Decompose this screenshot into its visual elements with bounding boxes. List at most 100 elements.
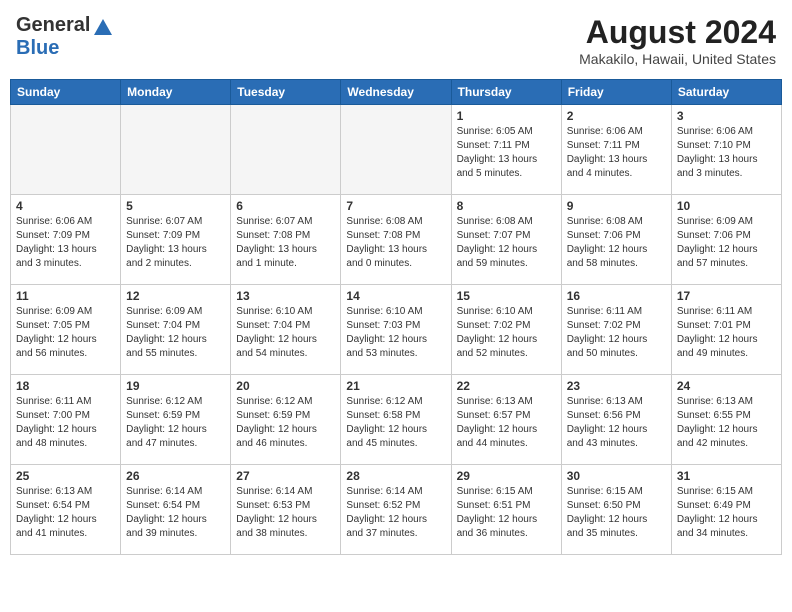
day-cell-16: 16 Sunrise: 6:11 AMSunset: 7:02 PMDayligh… [561, 285, 671, 375]
day-info-15: Sunrise: 6:10 AMSunset: 7:02 PMDaylight:… [457, 305, 556, 361]
day-info-21: Sunrise: 6:12 AMSunset: 6:58 PMDaylight:… [346, 395, 445, 451]
day-cell-29: 29 Sunrise: 6:15 AMSunset: 6:51 PMDayligh… [451, 465, 561, 555]
day-number-31: 31 [677, 469, 776, 483]
day-number-18: 18 [16, 379, 115, 393]
day-cell-empty-0-1 [121, 105, 231, 195]
day-cell-12: 12 Sunrise: 6:09 AMSunset: 7:04 PMDayligh… [121, 285, 231, 375]
day-cell-empty-0-0 [11, 105, 121, 195]
title-block: August 2024 Makakilo, Hawaii, United Sta… [579, 14, 776, 67]
page-header: General Blue August 2024 Makakilo, Hawai… [10, 10, 782, 71]
weekday-header-tuesday: Tuesday [231, 80, 341, 105]
day-number-7: 7 [346, 199, 445, 213]
calendar-table: SundayMondayTuesdayWednesdayThursdayFrid… [10, 79, 782, 555]
day-info-26: Sunrise: 6:14 AMSunset: 6:54 PMDaylight:… [126, 485, 225, 541]
day-number-17: 17 [677, 289, 776, 303]
day-info-2: Sunrise: 6:06 AMSunset: 7:11 PMDaylight:… [567, 125, 666, 181]
day-cell-31: 31Sunrise: 6:15 AMSunset: 6:49 PMDayligh… [671, 465, 781, 555]
weekday-header-wednesday: Wednesday [341, 80, 451, 105]
day-number-5: 5 [126, 199, 225, 213]
day-info-17: Sunrise: 6:11 AMSunset: 7:01 PMDaylight:… [677, 305, 776, 361]
day-cell-26: 26Sunrise: 6:14 AMSunset: 6:54 PMDayligh… [121, 465, 231, 555]
day-number-28: 28 [346, 469, 445, 483]
day-cell-14: 14Sunrise: 6:10 AMSunset: 7:03 PMDayligh… [341, 285, 451, 375]
day-cell-21: 21 Sunrise: 6:12 AMSunset: 6:58 PMDayligh… [341, 375, 451, 465]
day-cell-4: 4Sunrise: 6:06 AMSunset: 7:09 PMDaylight… [11, 195, 121, 285]
day-cell-24: 24Sunrise: 6:13 AMSunset: 6:55 PMDayligh… [671, 375, 781, 465]
day-cell-28: 28 Sunrise: 6:14 AMSunset: 6:52 PMDayligh… [341, 465, 451, 555]
day-cell-7: 7Sunrise: 6:08 AMSunset: 7:08 PMDaylight… [341, 195, 451, 285]
day-cell-15: 15Sunrise: 6:10 AMSunset: 7:02 PMDayligh… [451, 285, 561, 375]
day-info-29: Sunrise: 6:15 AMSunset: 6:51 PMDaylight:… [457, 485, 556, 541]
week-row-1: 1 Sunrise: 6:05 AMSunset: 7:11 PMDaylight… [11, 105, 782, 195]
day-cell-5: 5 Sunrise: 6:07 AMSunset: 7:09 PMDaylight… [121, 195, 231, 285]
day-cell-27: 27Sunrise: 6:14 AMSunset: 6:53 PMDayligh… [231, 465, 341, 555]
day-cell-22: 22Sunrise: 6:13 AMSunset: 6:57 PMDayligh… [451, 375, 561, 465]
week-row-4: 18Sunrise: 6:11 AMSunset: 7:00 PMDayligh… [11, 375, 782, 465]
weekday-header-sunday: Sunday [11, 80, 121, 105]
day-cell-23: 23Sunrise: 6:13 AMSunset: 6:56 PMDayligh… [561, 375, 671, 465]
month-year: August 2024 [579, 14, 776, 51]
day-info-9: Sunrise: 6:08 AMSunset: 7:06 PMDaylight:… [567, 215, 666, 271]
week-row-3: 11 Sunrise: 6:09 AMSunset: 7:05 PMDayligh… [11, 285, 782, 375]
day-number-4: 4 [16, 199, 115, 213]
weekday-header-friday: Friday [561, 80, 671, 105]
day-info-16: Sunrise: 6:11 AMSunset: 7:02 PMDaylight:… [567, 305, 666, 361]
day-cell-17: 17 Sunrise: 6:11 AMSunset: 7:01 PMDayligh… [671, 285, 781, 375]
day-number-10: 10 [677, 199, 776, 213]
day-cell-9: 9 Sunrise: 6:08 AMSunset: 7:06 PMDaylight… [561, 195, 671, 285]
day-cell-30: 30Sunrise: 6:15 AMSunset: 6:50 PMDayligh… [561, 465, 671, 555]
day-number-23: 23 [567, 379, 666, 393]
day-info-27: Sunrise: 6:14 AMSunset: 6:53 PMDaylight:… [236, 485, 335, 541]
day-info-11: Sunrise: 6:09 AMSunset: 7:05 PMDaylight:… [16, 305, 115, 361]
day-number-1: 1 [457, 109, 556, 123]
day-number-16: 16 [567, 289, 666, 303]
week-row-5: 25Sunrise: 6:13 AMSunset: 6:54 PMDayligh… [11, 465, 782, 555]
weekday-header-thursday: Thursday [451, 80, 561, 105]
day-number-11: 11 [16, 289, 115, 303]
day-number-24: 24 [677, 379, 776, 393]
day-number-6: 6 [236, 199, 335, 213]
day-cell-19: 19 Sunrise: 6:12 AMSunset: 6:59 PMDayligh… [121, 375, 231, 465]
day-info-14: Sunrise: 6:10 AMSunset: 7:03 PMDaylight:… [346, 305, 445, 361]
weekday-header-row: SundayMondayTuesdayWednesdayThursdayFrid… [11, 80, 782, 105]
day-cell-empty-0-2 [231, 105, 341, 195]
day-info-30: Sunrise: 6:15 AMSunset: 6:50 PMDaylight:… [567, 485, 666, 541]
day-info-6: Sunrise: 6:07 AMSunset: 7:08 PMDaylight:… [236, 215, 335, 271]
weekday-header-monday: Monday [121, 80, 231, 105]
day-cell-20: 20Sunrise: 6:12 AMSunset: 6:59 PMDayligh… [231, 375, 341, 465]
day-number-29: 29 [457, 469, 556, 483]
day-number-21: 21 [346, 379, 445, 393]
day-number-13: 13 [236, 289, 335, 303]
day-cell-2: 2 Sunrise: 6:06 AMSunset: 7:11 PMDaylight… [561, 105, 671, 195]
day-info-19: Sunrise: 6:12 AMSunset: 6:59 PMDaylight:… [126, 395, 225, 451]
day-cell-10: 10 Sunrise: 6:09 AMSunset: 7:06 PMDayligh… [671, 195, 781, 285]
day-info-12: Sunrise: 6:09 AMSunset: 7:04 PMDaylight:… [126, 305, 225, 361]
day-number-2: 2 [567, 109, 666, 123]
day-info-25: Sunrise: 6:13 AMSunset: 6:54 PMDaylight:… [16, 485, 115, 541]
day-cell-empty-0-3 [341, 105, 451, 195]
day-info-22: Sunrise: 6:13 AMSunset: 6:57 PMDaylight:… [457, 395, 556, 451]
day-number-19: 19 [126, 379, 225, 393]
day-cell-18: 18Sunrise: 6:11 AMSunset: 7:00 PMDayligh… [11, 375, 121, 465]
day-cell-8: 8 Sunrise: 6:08 AMSunset: 7:07 PMDaylight… [451, 195, 561, 285]
day-info-28: Sunrise: 6:14 AMSunset: 6:52 PMDaylight:… [346, 485, 445, 541]
day-cell-3: 3 Sunrise: 6:06 AMSunset: 7:10 PMDaylight… [671, 105, 781, 195]
day-info-1: Sunrise: 6:05 AMSunset: 7:11 PMDaylight:… [457, 125, 556, 181]
day-number-12: 12 [126, 289, 225, 303]
week-row-2: 4Sunrise: 6:06 AMSunset: 7:09 PMDaylight… [11, 195, 782, 285]
day-info-3: Sunrise: 6:06 AMSunset: 7:10 PMDaylight:… [677, 125, 776, 181]
day-info-13: Sunrise: 6:10 AMSunset: 7:04 PMDaylight:… [236, 305, 335, 361]
day-info-10: Sunrise: 6:09 AMSunset: 7:06 PMDaylight:… [677, 215, 776, 271]
day-number-8: 8 [457, 199, 556, 213]
logo-general-text: General [16, 14, 90, 37]
day-cell-25: 25Sunrise: 6:13 AMSunset: 6:54 PMDayligh… [11, 465, 121, 555]
day-cell-6: 6 Sunrise: 6:07 AMSunset: 7:08 PMDaylight… [231, 195, 341, 285]
weekday-header-saturday: Saturday [671, 80, 781, 105]
day-number-9: 9 [567, 199, 666, 213]
day-info-8: Sunrise: 6:08 AMSunset: 7:07 PMDaylight:… [457, 215, 556, 271]
day-info-5: Sunrise: 6:07 AMSunset: 7:09 PMDaylight:… [126, 215, 225, 271]
day-number-3: 3 [677, 109, 776, 123]
logo-blue-text: Blue [16, 37, 59, 59]
logo-icon [92, 17, 114, 37]
day-cell-13: 13 Sunrise: 6:10 AMSunset: 7:04 PMDayligh… [231, 285, 341, 375]
